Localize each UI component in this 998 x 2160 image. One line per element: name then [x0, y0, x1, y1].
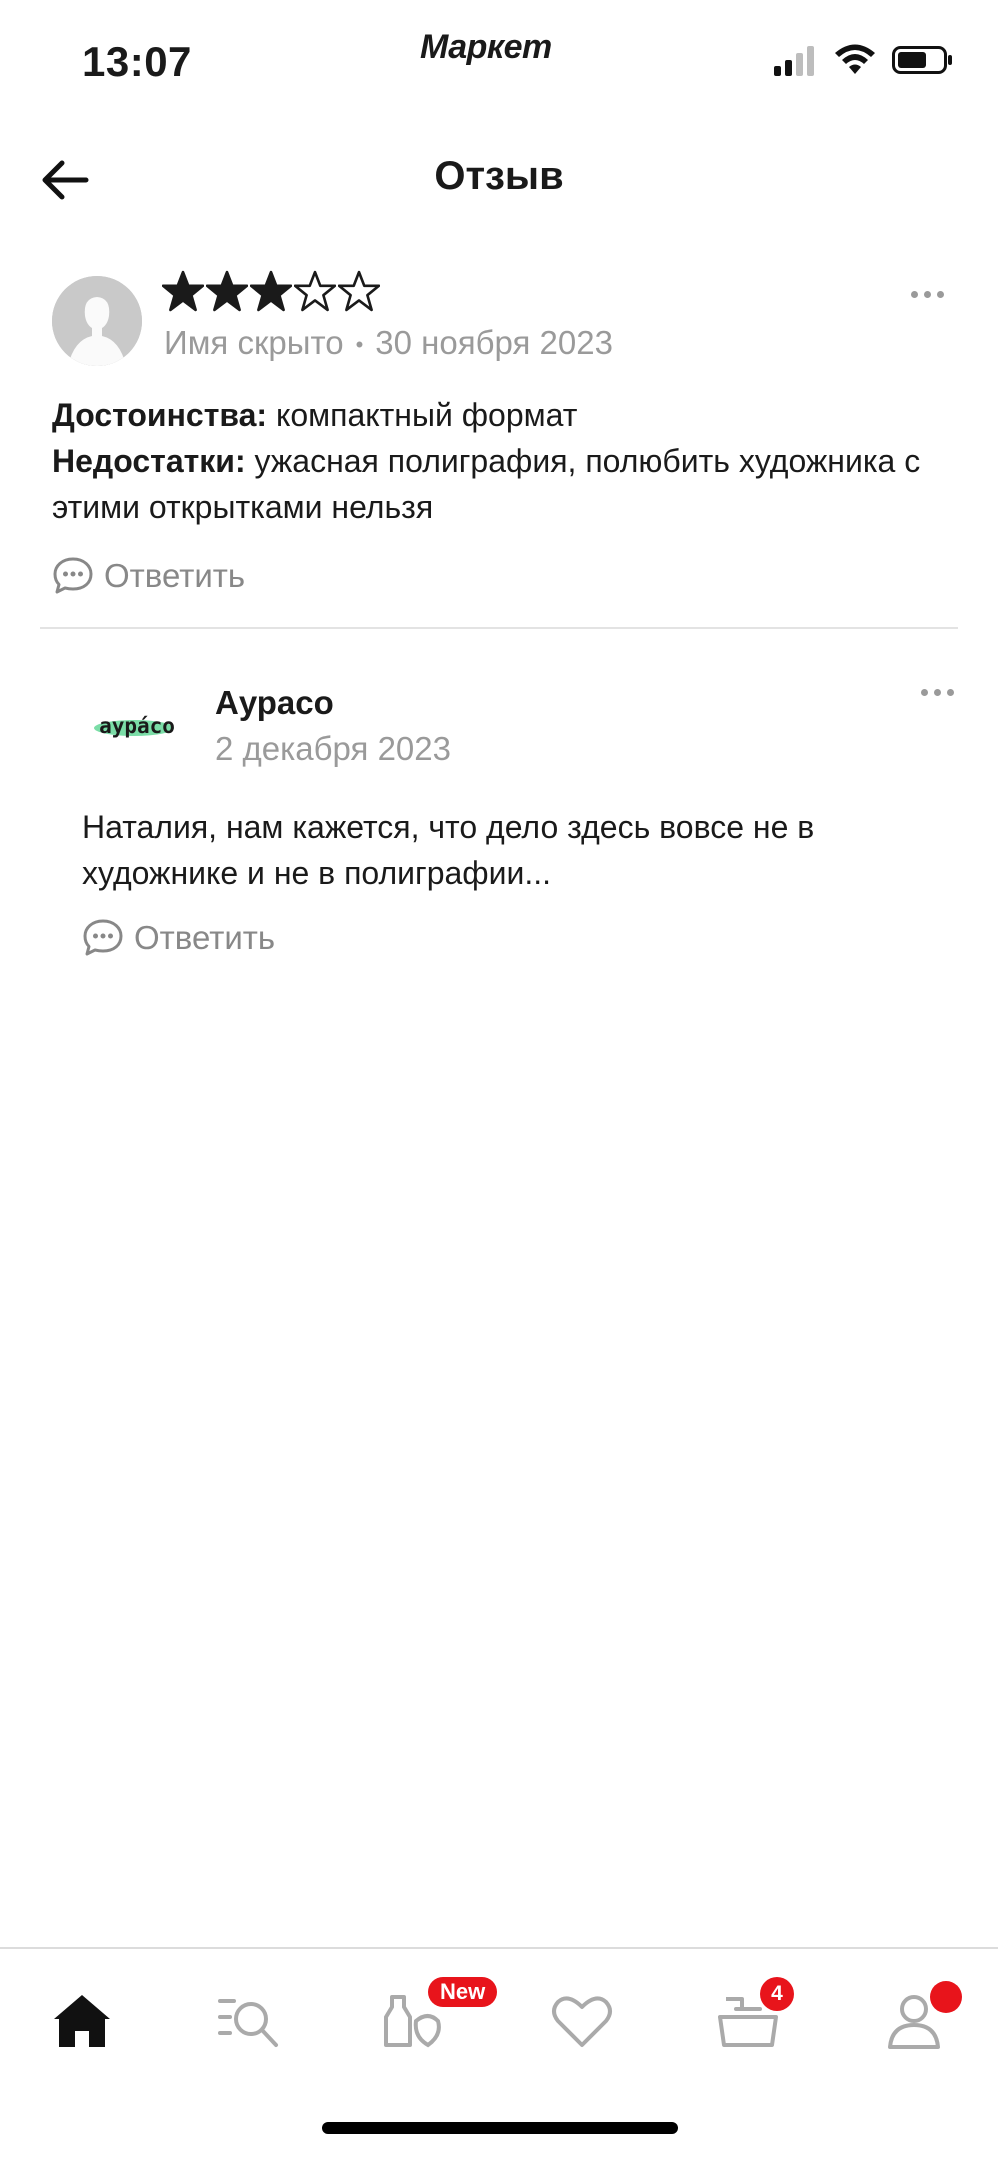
- battery-icon: [892, 46, 952, 74]
- profile-notification-dot: [930, 1981, 962, 2013]
- shop-reply-text: Наталия, нам кажется, что дело здесь вов…: [82, 809, 815, 891]
- catalog-search-icon: [218, 1999, 278, 2047]
- page-title: Отзыв: [434, 154, 564, 198]
- shop-reply-more-button[interactable]: [912, 680, 962, 704]
- pros-text: компактный формат: [267, 397, 578, 433]
- shop-logo-text: аурáсо: [99, 714, 175, 738]
- shop-logo-image: аурáсо: [94, 714, 175, 738]
- home-indicator[interactable]: [322, 2122, 678, 2134]
- star-filled-icon: [162, 270, 204, 312]
- nav-home[interactable]: [42, 1981, 122, 2061]
- pros-label: Достоинства:: [52, 397, 268, 433]
- comment-icon: [53, 557, 93, 594]
- more-dot: [933, 688, 941, 696]
- app-brand-title: Маркет: [420, 28, 552, 66]
- more-dot: [910, 290, 918, 298]
- shop-reply-button[interactable]: Ответить: [82, 918, 275, 958]
- status-icons: [774, 44, 954, 76]
- review-more-button[interactable]: [902, 282, 952, 306]
- nav-catalog[interactable]: [208, 1981, 288, 2061]
- reply-label: Ответить: [134, 919, 276, 956]
- more-dot: [923, 290, 931, 298]
- home-icon: [54, 1995, 110, 2047]
- bottom-navigation: New 4: [0, 1947, 998, 2079]
- shop-logo: аурáсо: [82, 690, 192, 760]
- avatar: [52, 276, 142, 366]
- reply-button[interactable]: Ответить: [52, 556, 245, 596]
- user-silhouette-icon: [52, 276, 142, 366]
- review-author: Имя скрыто: [164, 324, 344, 361]
- status-time: 13:07: [82, 38, 192, 85]
- wifi-icon: [835, 44, 875, 74]
- star-empty-icon: [338, 270, 380, 312]
- star-filled-icon: [250, 270, 292, 312]
- review-pros: Достоинства: компактный формат: [52, 392, 952, 438]
- more-dot: [946, 688, 954, 696]
- star-filled-icon: [206, 270, 248, 312]
- review-meta: Имя скрыто • 30 ноября 2023: [164, 324, 613, 362]
- review-date: 30 ноября 2023: [375, 324, 613, 361]
- new-badge: New: [428, 1977, 498, 2007]
- shop-reply-date: 2 декабря 2023: [215, 730, 451, 767]
- cons-label: Недостатки:: [52, 443, 246, 479]
- star-empty-icon: [294, 270, 336, 312]
- review-body: Достоинства: компактный формат Недостатк…: [52, 392, 952, 530]
- comment-icon: [83, 919, 123, 956]
- more-dot: [936, 290, 944, 298]
- review-cons: Недостатки: ужасная полиграфия, полюбить…: [52, 438, 952, 530]
- favorites-icon: [552, 1996, 612, 2047]
- nav-favorites[interactable]: [542, 1981, 622, 2061]
- divider: [40, 627, 958, 629]
- rating-stars: [162, 270, 380, 312]
- signal-icon: [774, 46, 814, 76]
- more-dot: [920, 688, 928, 696]
- cart-count-badge: 4: [760, 1977, 794, 2011]
- reply-label: Ответить: [104, 557, 246, 594]
- meta-separator: •: [355, 332, 364, 358]
- shop-name: Аурасо: [215, 684, 334, 721]
